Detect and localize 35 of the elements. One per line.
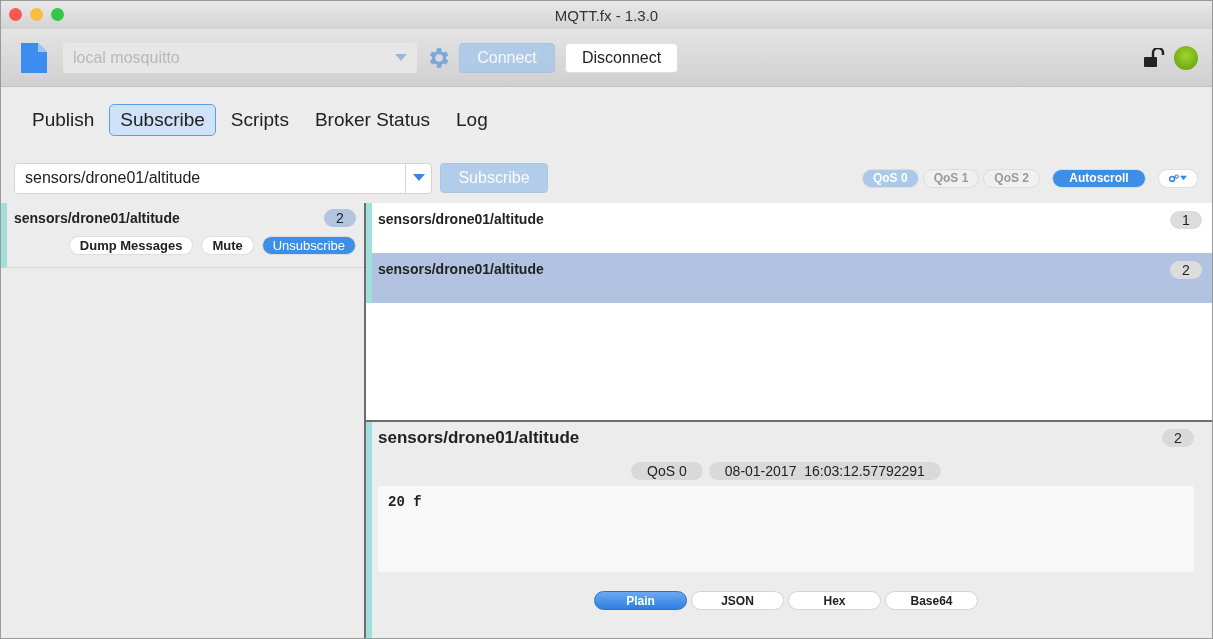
topic-field[interactable]: sensors/drone01/altitude <box>14 162 432 194</box>
subscription-topic: sensors/drone01/altitude <box>14 210 180 226</box>
message-topic: sensors/drone01/altitude <box>378 211 544 227</box>
message-number: 1 <box>1170 211 1202 229</box>
message-topic: sensors/drone01/altitude <box>378 261 544 277</box>
tab[interactable]: Log <box>445 104 499 136</box>
tab[interactable]: Publish <box>21 104 106 136</box>
format-toggle[interactable]: Hex <box>788 591 881 610</box>
message-item[interactable]: sensors/drone01/altitude 2 <box>366 253 1212 303</box>
action-button[interactable]: Mute <box>201 236 254 255</box>
gears-icon <box>1169 172 1180 184</box>
unlocked-padlock-icon <box>1144 47 1166 68</box>
format-toggle[interactable]: Base64 <box>885 591 978 610</box>
dropdown-arrow-icon[interactable] <box>412 174 425 182</box>
window-title: MQTT.fx - 1.3.0 <box>554 6 659 24</box>
caret-icon <box>1180 175 1187 181</box>
disconnect-button[interactable]: Disconnect <box>565 42 679 73</box>
options-menu-button[interactable] <box>1158 168 1198 188</box>
tab[interactable]: Scripts <box>219 104 300 136</box>
document-icon[interactable] <box>21 42 47 73</box>
message-count: 2 <box>324 209 356 227</box>
tab[interactable]: Broker Status <box>303 104 441 136</box>
message-number: 2 <box>1170 261 1202 279</box>
close-button[interactable] <box>9 8 22 21</box>
timestamp: 08-01-2017 16:03:12.57792291 <box>708 462 941 480</box>
qos-label: QoS 0 <box>631 462 703 480</box>
maximize-button[interactable] <box>51 8 64 21</box>
format-toggle[interactable]: JSON <box>691 591 784 610</box>
action-button[interactable]: Dump Messages <box>68 236 194 255</box>
subscription-item[interactable]: sensors/drone01/altitude 2 Dump Messages Mute Unsubscribe <box>1 203 364 268</box>
tab[interactable]: Subscribe <box>109 104 216 136</box>
detail-topic: sensors/drone01/altitude <box>378 428 580 448</box>
message-number: 2 <box>1162 429 1194 447</box>
minimize-button[interactable] <box>30 8 43 21</box>
payload-text: 20 f <box>378 486 1194 572</box>
